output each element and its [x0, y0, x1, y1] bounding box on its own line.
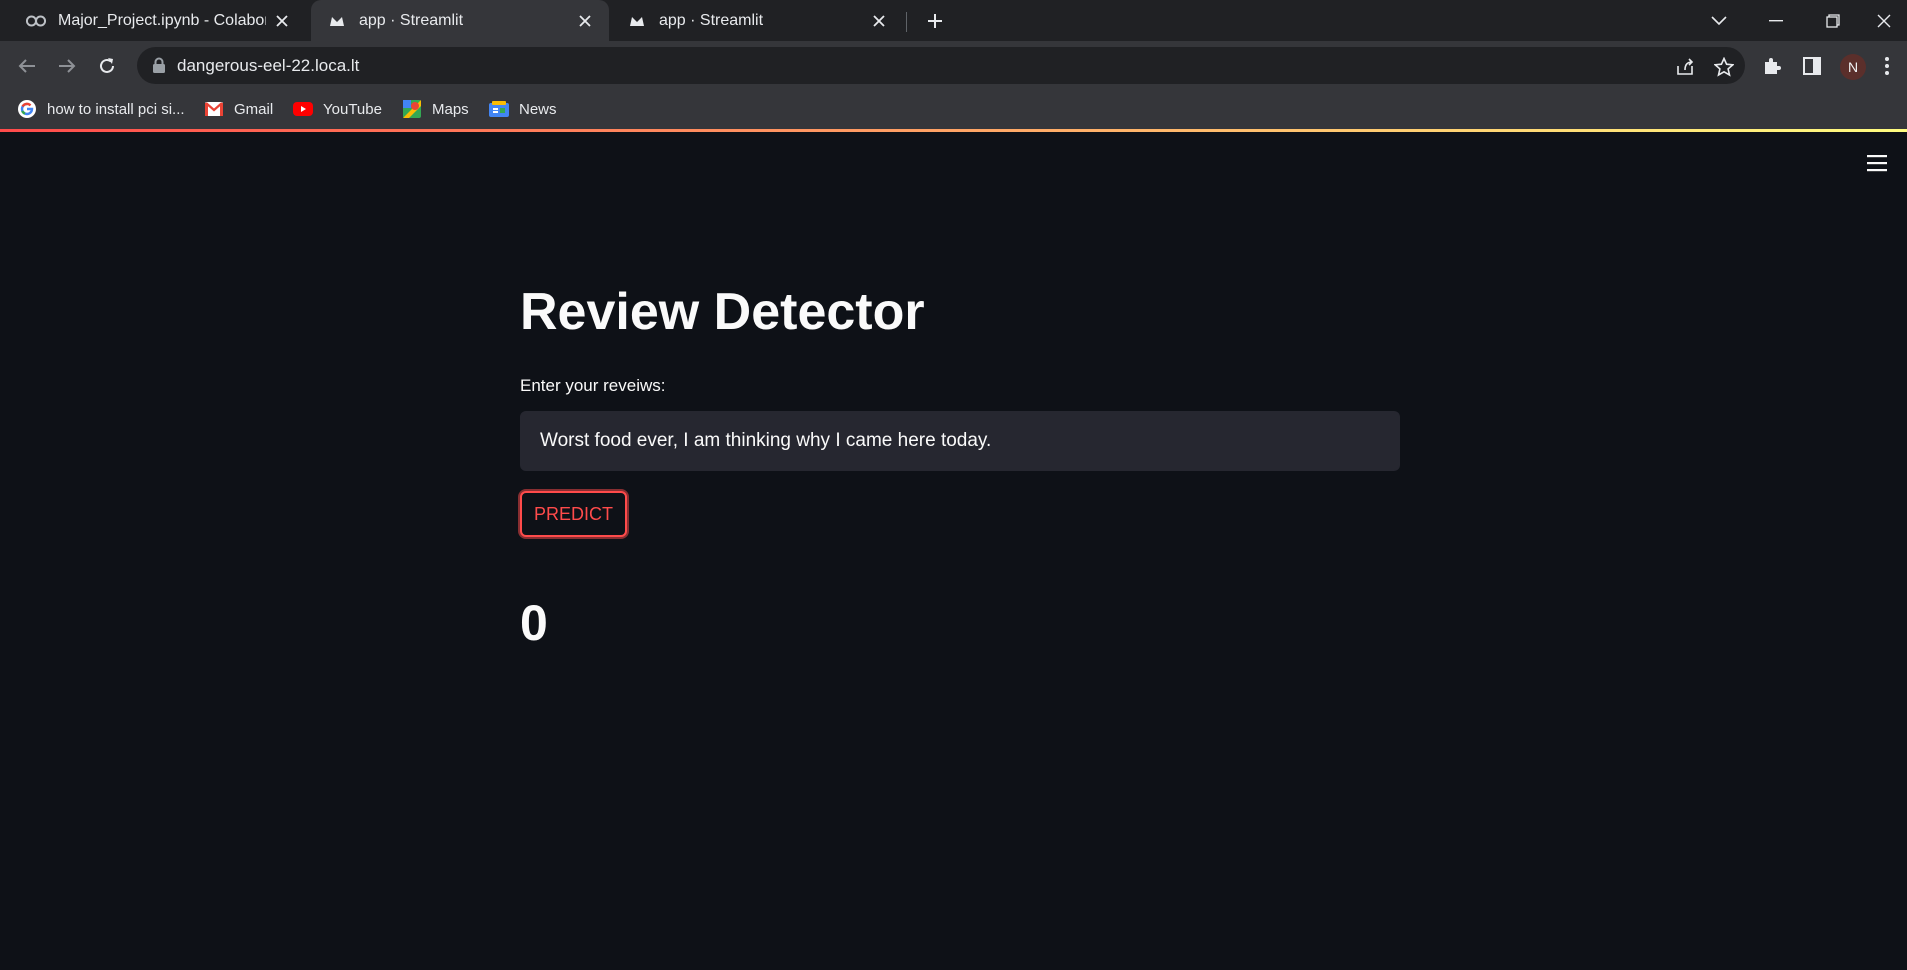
side-panel-icon[interactable] — [1799, 53, 1825, 79]
tab-streamlit-active[interactable]: app · Streamlit — [311, 0, 609, 41]
lock-icon — [153, 57, 165, 73]
close-icon[interactable] — [272, 11, 292, 31]
colab-icon — [26, 11, 46, 31]
forward-button[interactable] — [52, 51, 82, 81]
prediction-result: 0 — [520, 595, 548, 651]
page-title: Review Detector — [520, 283, 925, 341]
tab-search-button[interactable] — [1696, 0, 1742, 41]
tab-strip: Major_Project.ipynb - Colaboratory app ·… — [0, 0, 1907, 41]
back-button[interactable] — [12, 51, 42, 81]
streamlit-icon — [627, 11, 647, 31]
restore-button[interactable] — [1810, 0, 1856, 41]
bookmark-maps[interactable]: Maps — [402, 99, 469, 119]
bookmark-youtube[interactable]: YouTube — [293, 99, 382, 119]
profile-avatar[interactable]: N — [1840, 54, 1866, 80]
close-window-button[interactable] — [1861, 0, 1907, 41]
youtube-icon — [293, 99, 313, 119]
input-label: Enter your reveiws: — [520, 376, 666, 395]
bookmark-label: Gmail — [234, 100, 274, 118]
share-icon[interactable] — [1674, 56, 1696, 78]
streamlit-icon — [327, 11, 347, 31]
close-icon[interactable] — [869, 11, 889, 31]
tab-colab[interactable]: Major_Project.ipynb - Colaboratory — [14, 0, 304, 41]
tab-title: app · Streamlit — [359, 11, 464, 29]
close-icon[interactable] — [575, 11, 595, 31]
streamlit-header-decoration — [0, 129, 1907, 132]
bookmark-label: Maps — [432, 100, 469, 118]
reload-button[interactable] — [92, 51, 122, 81]
bookmark-label: how to install pci si... — [47, 100, 185, 118]
google-icon — [17, 99, 37, 119]
menu-kebab-icon[interactable] — [1879, 53, 1895, 79]
news-icon — [489, 99, 509, 119]
address-url: dangerous-eel-22.loca.lt — [177, 56, 360, 75]
browser-toolbar: dangerous-eel-22.loca.lt N — [0, 41, 1907, 90]
bookmarks-bar: how to install pci si... Gmail YouTube M… — [0, 90, 1907, 129]
bookmark-news[interactable]: News — [489, 99, 557, 119]
predict-button[interactable]: PREDICT — [520, 491, 627, 537]
tab-separator — [906, 12, 907, 32]
tab-streamlit[interactable]: app · Streamlit — [611, 0, 901, 41]
bookmark-gmail[interactable]: Gmail — [204, 99, 273, 119]
bookmark-star-icon[interactable] — [1713, 56, 1735, 78]
hamburger-menu-icon[interactable] — [1866, 153, 1892, 177]
new-tab-button[interactable] — [922, 8, 948, 34]
minimize-button[interactable] — [1753, 0, 1799, 41]
tab-title: app · Streamlit — [659, 11, 764, 29]
bookmark-label: News — [519, 100, 557, 118]
address-bar[interactable]: dangerous-eel-22.loca.lt — [137, 47, 1745, 84]
extensions-icon[interactable] — [1759, 53, 1785, 79]
maps-icon — [402, 99, 422, 119]
tab-title: Major_Project.ipynb - Colaboratory — [58, 11, 266, 29]
gmail-icon — [204, 99, 224, 119]
review-input[interactable] — [520, 411, 1400, 471]
bookmark-google[interactable]: how to install pci si... — [17, 99, 185, 119]
bookmark-label: YouTube — [323, 100, 382, 118]
